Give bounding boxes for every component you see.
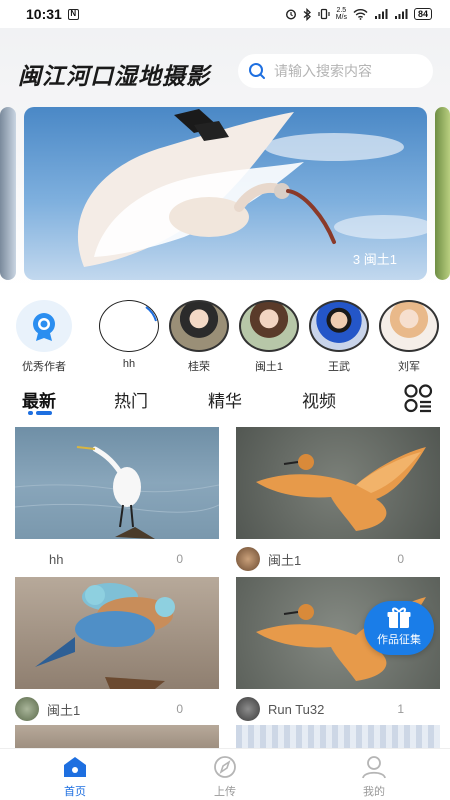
alarm-icon [285,9,296,20]
post-like-count: 0 [176,702,183,716]
author-item[interactable]: 刘军 [374,300,444,374]
category-tabs: 最新 热门 精华 视频 [0,383,450,419]
avatar [309,300,369,352]
post-meta: 闽土1 0 [15,697,219,721]
post-meta: hh 0 [15,548,219,570]
home-icon [64,757,86,777]
oriole-image [256,447,426,531]
bottom-nav: 首页 上传 我的 [0,748,450,800]
nav-profile-label: 我的 [363,786,385,798]
search-input[interactable]: 请输入搜索内容 [238,54,433,88]
avatar [379,300,439,352]
author-item[interactable]: 桂荣 [164,300,234,374]
featured-authors-entry[interactable]: 优秀作者 [9,300,79,374]
search-icon [249,63,265,79]
submission-button[interactable]: 作品征集 [364,601,434,655]
signal-icon-2 [394,9,408,19]
post-image[interactable] [236,427,440,539]
avatar [99,300,159,352]
tab-video[interactable]: 视频 [302,387,336,412]
progress-ring-icon [145,306,157,322]
bluetooth-icon [303,7,311,21]
post-author-name: 闽土1 [47,702,81,718]
status-bar: 10:31 N 2.5 M/s 84 [0,0,450,28]
post-meta: Run Tu32 1 [236,697,440,721]
featured-authors-label: 优秀作者 [22,361,66,373]
tab-hot[interactable]: 热门 [114,387,148,412]
authors-row: 优秀作者 hh 桂荣 闽土1 王武 刘军 [0,300,450,375]
submission-label: 作品征集 [377,634,421,646]
status-icons: 2.5 M/s 84 [285,7,432,21]
battery-indicator: 84 [413,8,432,20]
avatar [236,547,260,571]
post-image[interactable] [15,427,219,539]
category-grid-icon[interactable] [403,383,433,413]
post-like-count: 0 [397,552,404,566]
post-image[interactable] [236,725,440,748]
post-like-count: 1 [397,702,404,716]
tab-latest[interactable]: 最新 [22,387,56,412]
post-like-count: 0 [176,552,183,566]
banner-slide[interactable]: 3 闽土1 [24,107,427,280]
post-meta: 闽土1 0 [236,547,440,571]
nav-profile[interactable]: 我的 [344,755,404,799]
author-name: 闽土1 [254,361,284,373]
vibrate-icon [318,8,330,20]
post-author-name: hh [49,551,64,567]
post-author-name: Run Tu32 [268,701,325,717]
page-title: 闽江河口湿地摄影 [18,63,210,89]
avatar [239,300,299,352]
compass-icon [214,756,236,778]
network-speed: 2.5 M/s [335,7,347,21]
post-author-name: 闽土1 [268,552,302,568]
avatar [15,697,39,721]
author-name: hh [122,358,136,370]
nav-upload[interactable]: 上传 [195,755,255,799]
rollers-image [35,583,175,689]
nav-home[interactable]: 首页 [45,755,105,799]
featured-authors-avatar [16,300,72,352]
status-time: 10:31 [26,6,62,22]
nav-home-label: 首页 [64,786,86,798]
banner-prev-slide[interactable] [0,107,16,280]
gift-icon [387,607,411,628]
user-icon [362,756,386,779]
wifi-icon [353,9,368,20]
author-name: 桂荣 [188,361,210,373]
avatar [236,697,260,721]
banner-next-slide[interactable] [435,107,450,280]
post-image[interactable] [15,725,219,748]
tab-indicator [28,411,52,415]
post-image[interactable] [15,577,219,689]
author-item[interactable]: 闽土1 [234,300,304,374]
author-name: 王武 [328,361,350,373]
search-placeholder: 请输入搜索内容 [274,63,372,79]
signal-icon [374,9,388,19]
nfc-icon: N [67,8,79,20]
avatar [169,300,229,352]
tab-featured[interactable]: 精华 [208,387,242,412]
author-item[interactable]: 王武 [304,300,374,374]
nav-upload-label: 上传 [214,786,236,798]
egret-image [15,446,219,539]
author-name: 刘军 [398,361,420,373]
banner-caption: 3 闽土1 [352,252,397,267]
medal-icon [33,313,55,341]
author-item[interactable]: hh [94,300,164,370]
